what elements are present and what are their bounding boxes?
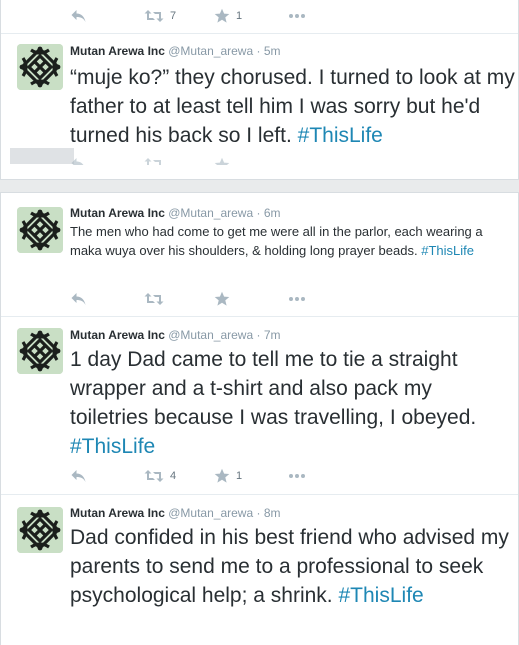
hashtag-link[interactable]: #ThisLife [70, 435, 155, 458]
tweet-actions: 4 1 [70, 467, 510, 485]
star-icon [214, 157, 230, 165]
author-handle[interactable]: @Mutan_arewa [168, 328, 253, 342]
retweet-button[interactable]: 4 [144, 467, 176, 485]
reply-button[interactable] [70, 467, 87, 485]
separator: · [256, 328, 261, 342]
more-button[interactable] [288, 467, 306, 485]
tweet-card-top: 7 1 Mutan Arewa Inc @Mutan_arewa · 5m “m… [0, 0, 519, 180]
timestamp[interactable]: 5m [264, 44, 281, 58]
tweet-header: Mutan Arewa Inc @Mutan_arewa · 5m [70, 44, 281, 58]
tweet-body: “muje ko?” they chorused. I turned to lo… [70, 66, 515, 147]
tweet-header: Mutan Arewa Inc @Mutan_arewa · 8m [70, 506, 281, 520]
tweet-header: Mutan Arewa Inc @Mutan_arewa · 6m [70, 206, 281, 220]
star-icon [214, 8, 230, 24]
reply-button[interactable] [70, 290, 87, 308]
tweet-text: The men who had come to get me were all … [70, 222, 515, 260]
tweet-text: Dad confided in his best friend who advi… [70, 523, 515, 610]
retweet-icon [144, 469, 164, 483]
hashtag-link[interactable]: #ThisLife [421, 243, 474, 258]
avatar-logo-icon [17, 207, 63, 253]
retweet-count: 4 [170, 470, 177, 482]
avatar-logo-icon [17, 328, 63, 374]
reply-icon [70, 292, 87, 306]
favorite-button[interactable]: 1 [214, 7, 242, 25]
tweet-actions-cropped [70, 155, 370, 165]
tweet-actions [70, 290, 510, 308]
avatar[interactable] [17, 328, 63, 374]
favorite-count: 1 [236, 470, 243, 482]
avatar[interactable] [17, 507, 63, 553]
tweet-text: “muje ko?” they chorused. I turned to lo… [70, 63, 515, 150]
retweet-icon [144, 9, 164, 23]
author-handle[interactable]: @Mutan_arewa [168, 206, 253, 220]
reply-icon [70, 157, 87, 165]
reply-icon [70, 469, 87, 483]
avatar-logo-icon [17, 507, 63, 553]
tweet-text: 1 day Dad came to tell me to tie a strai… [70, 345, 515, 461]
tweet-body: 1 day Dad came to tell me to tie a strai… [70, 348, 477, 429]
avatar[interactable] [17, 207, 63, 253]
retweet-button[interactable] [144, 290, 164, 308]
tweet[interactable]: Mutan Arewa Inc @Mutan_arewa · 7m 1 day … [1, 317, 518, 494]
more-icon [288, 296, 306, 302]
star-icon [214, 291, 230, 307]
retweet-icon [144, 157, 164, 165]
favorite-count: 1 [236, 10, 243, 22]
retweet-button[interactable]: 7 [144, 7, 176, 25]
tweet-body: Dad confided in his best friend who advi… [70, 526, 509, 607]
author-name[interactable]: Mutan Arewa Inc [70, 328, 165, 342]
avatar-logo-icon [17, 44, 63, 90]
reply-button[interactable] [70, 7, 87, 25]
favorite-button[interactable]: 1 [214, 467, 242, 485]
favorite-button[interactable] [214, 290, 230, 308]
retweet-count: 7 [170, 10, 177, 22]
avatar[interactable] [17, 44, 63, 90]
author-name[interactable]: Mutan Arewa Inc [70, 506, 165, 520]
more-button[interactable] [288, 7, 306, 25]
blurred-overlay [10, 148, 74, 164]
star-icon [214, 468, 230, 484]
tweet-actions-previous: 7 1 [70, 7, 510, 25]
separator: · [256, 506, 261, 520]
timestamp[interactable]: 6m [264, 206, 281, 220]
author-name[interactable]: Mutan Arewa Inc [70, 44, 165, 58]
tweet-card-main: Mutan Arewa Inc @Mutan_arewa · 6m The me… [0, 192, 519, 645]
timestamp[interactable]: 8m [264, 506, 281, 520]
more-icon [288, 473, 306, 479]
hashtag-link[interactable]: #ThisLife [339, 584, 424, 607]
separator: · [256, 206, 261, 220]
tweet[interactable]: Mutan Arewa Inc @Mutan_arewa · 8m Dad co… [1, 495, 518, 645]
separator: · [256, 44, 261, 58]
author-handle[interactable]: @Mutan_arewa [168, 44, 253, 58]
reply-icon [70, 9, 87, 23]
author-name[interactable]: Mutan Arewa Inc [70, 206, 165, 220]
hashtag-link[interactable]: #ThisLife [298, 124, 383, 147]
tweet-header: Mutan Arewa Inc @Mutan_arewa · 7m [70, 328, 281, 342]
tweet[interactable]: Mutan Arewa Inc @Mutan_arewa · 6m The me… [1, 193, 518, 316]
retweet-icon [144, 292, 164, 306]
more-icon [288, 13, 306, 19]
more-button[interactable] [288, 290, 306, 308]
timestamp[interactable]: 7m [264, 328, 281, 342]
author-handle[interactable]: @Mutan_arewa [168, 506, 253, 520]
